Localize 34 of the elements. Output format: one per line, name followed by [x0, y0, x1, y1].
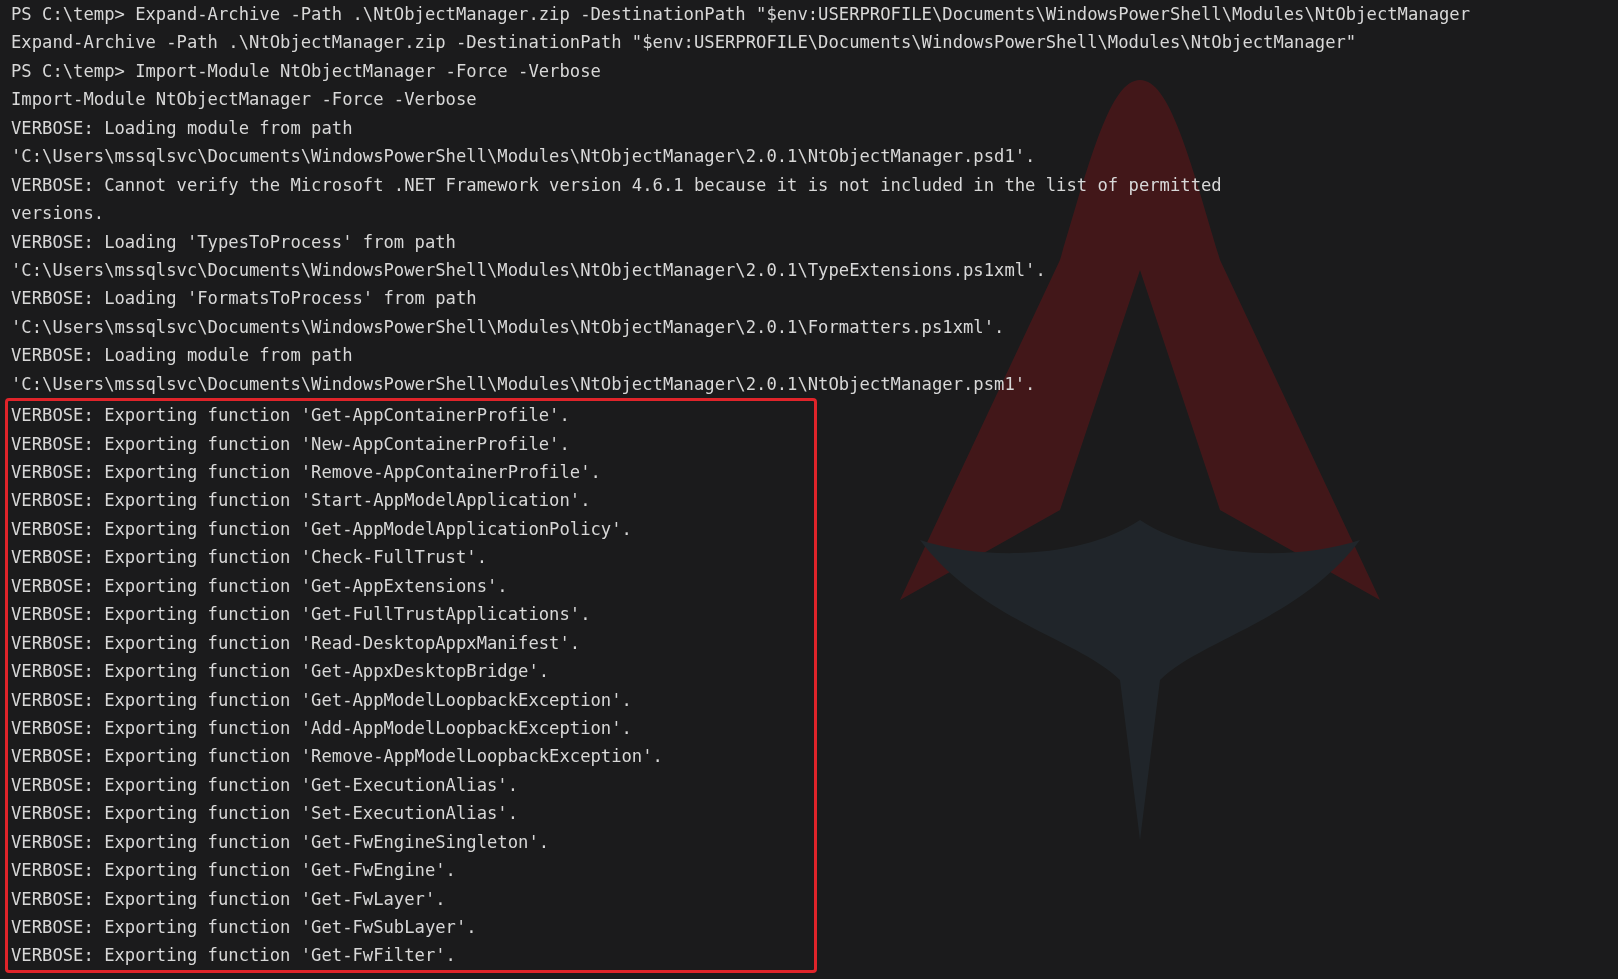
terminal-line: VERBOSE: Cannot verify the Microsoft .NET Framework version 4.6.1 because it is not included in the list of permitted	[11, 173, 1223, 197]
terminal-line: VERBOSE: Exporting function 'Get-ExecutionAlias'.	[11, 773, 520, 797]
terminal-line: VERBOSE: Loading module from path	[11, 344, 354, 368]
terminal-line: VERBOSE: Exporting function 'Get-AppModelApplicationPolicy'.	[11, 517, 633, 541]
terminal-line: VERBOSE: Exporting function 'Add-AppModelLoopbackException'.	[11, 716, 633, 740]
terminal-line: VERBOSE: Exporting function 'Get-FwLayer'.	[11, 887, 447, 911]
terminal-line: VERBOSE: Exporting function 'Remove-AppModelLoopbackException'.	[11, 745, 664, 769]
terminal-line: 'C:\Users\mssqlsvc\Documents\WindowsPowerShell\Modules\NtObjectManager\2.0.1\Formatters.ps1xml'.	[11, 315, 1006, 339]
terminal-line: VERBOSE: Exporting function 'Get-FwEngine'.	[11, 859, 457, 883]
terminal-line: VERBOSE: Loading 'TypesToProcess' from path	[11, 230, 457, 254]
terminal-line: VERBOSE: Exporting function 'Get-FullTrustApplications'.	[11, 603, 592, 627]
terminal-line: Import-Module NtObjectManager -Force -Verbose	[11, 88, 478, 112]
terminal-line: VERBOSE: Exporting function 'Get-FwFilter'.	[11, 944, 457, 968]
terminal-line: VERBOSE: Exporting function 'Get-FwEngineSingleton'.	[11, 830, 551, 854]
terminal-line: VERBOSE: Exporting function 'Get-AppxDesktopBridge'.	[11, 660, 551, 684]
terminal-line: VERBOSE: Exporting function 'New-AppContainerProfile'.	[11, 432, 571, 456]
terminal-line: VERBOSE: Exporting function 'Get-AppExtensions'.	[11, 574, 509, 598]
terminal-line: 'C:\Users\mssqlsvc\Documents\WindowsPowerShell\Modules\NtObjectManager\2.0.1\NtObjectManager.psd1'.	[11, 145, 1037, 169]
terminal-line: VERBOSE: Exporting function 'Remove-AppContainerProfile'.	[11, 461, 602, 484]
terminal-line: Expand-Archive -Path .\NtObjectManager.zip -DestinationPath "$env:USERPROFILE\Documents\WindowsPowerShell\Modules\NtObjectManager"	[11, 31, 1358, 55]
terminal-line: versions.	[11, 202, 106, 226]
terminal-line: VERBOSE: Exporting function 'Read-DesktopAppxManifest'.	[11, 631, 582, 655]
terminal-line: VERBOSE: Exporting function 'Get-AppModelLoopbackException'.	[11, 688, 633, 712]
terminal-line: PS C:\temp> Expand-Archive -Path .\NtObjectManager.zip -DestinationPath "$env:USERPROFILE\Documents\WindowsPowerShell\Modules\NtObjectManager	[11, 3, 1472, 26]
terminal-line: VERBOSE: Exporting function 'Start-AppModelApplication'.	[11, 489, 592, 513]
terminal-line: VERBOSE: Exporting function 'Check-FullTrust'.	[11, 546, 488, 570]
terminal-line: VERBOSE: Exporting function 'Get-AppContainerProfile'.	[11, 404, 571, 428]
terminal-line: PS C:\temp> Import-Module NtObjectManager -Force -Verbose	[11, 59, 602, 83]
terminal-line: VERBOSE: Exporting function 'Get-FwSubLayer'.	[11, 916, 478, 939]
terminal-line: 'C:\Users\mssqlsvc\Documents\WindowsPowerShell\Modules\NtObjectManager\2.0.1\NtObjectManager.psm1'.	[11, 372, 1037, 396]
terminal-line: 'C:\Users\mssqlsvc\Documents\WindowsPowerShell\Modules\NtObjectManager\2.0.1\TypeExtensions.ps1xml'.	[11, 258, 1047, 282]
terminal-line: VERBOSE: Loading module from path	[11, 116, 354, 140]
terminal-line: VERBOSE: Exporting function 'Set-ExecutionAlias'.	[11, 802, 520, 826]
terminal-line: VERBOSE: Loading 'FormatsToProcess' from path	[11, 287, 478, 311]
